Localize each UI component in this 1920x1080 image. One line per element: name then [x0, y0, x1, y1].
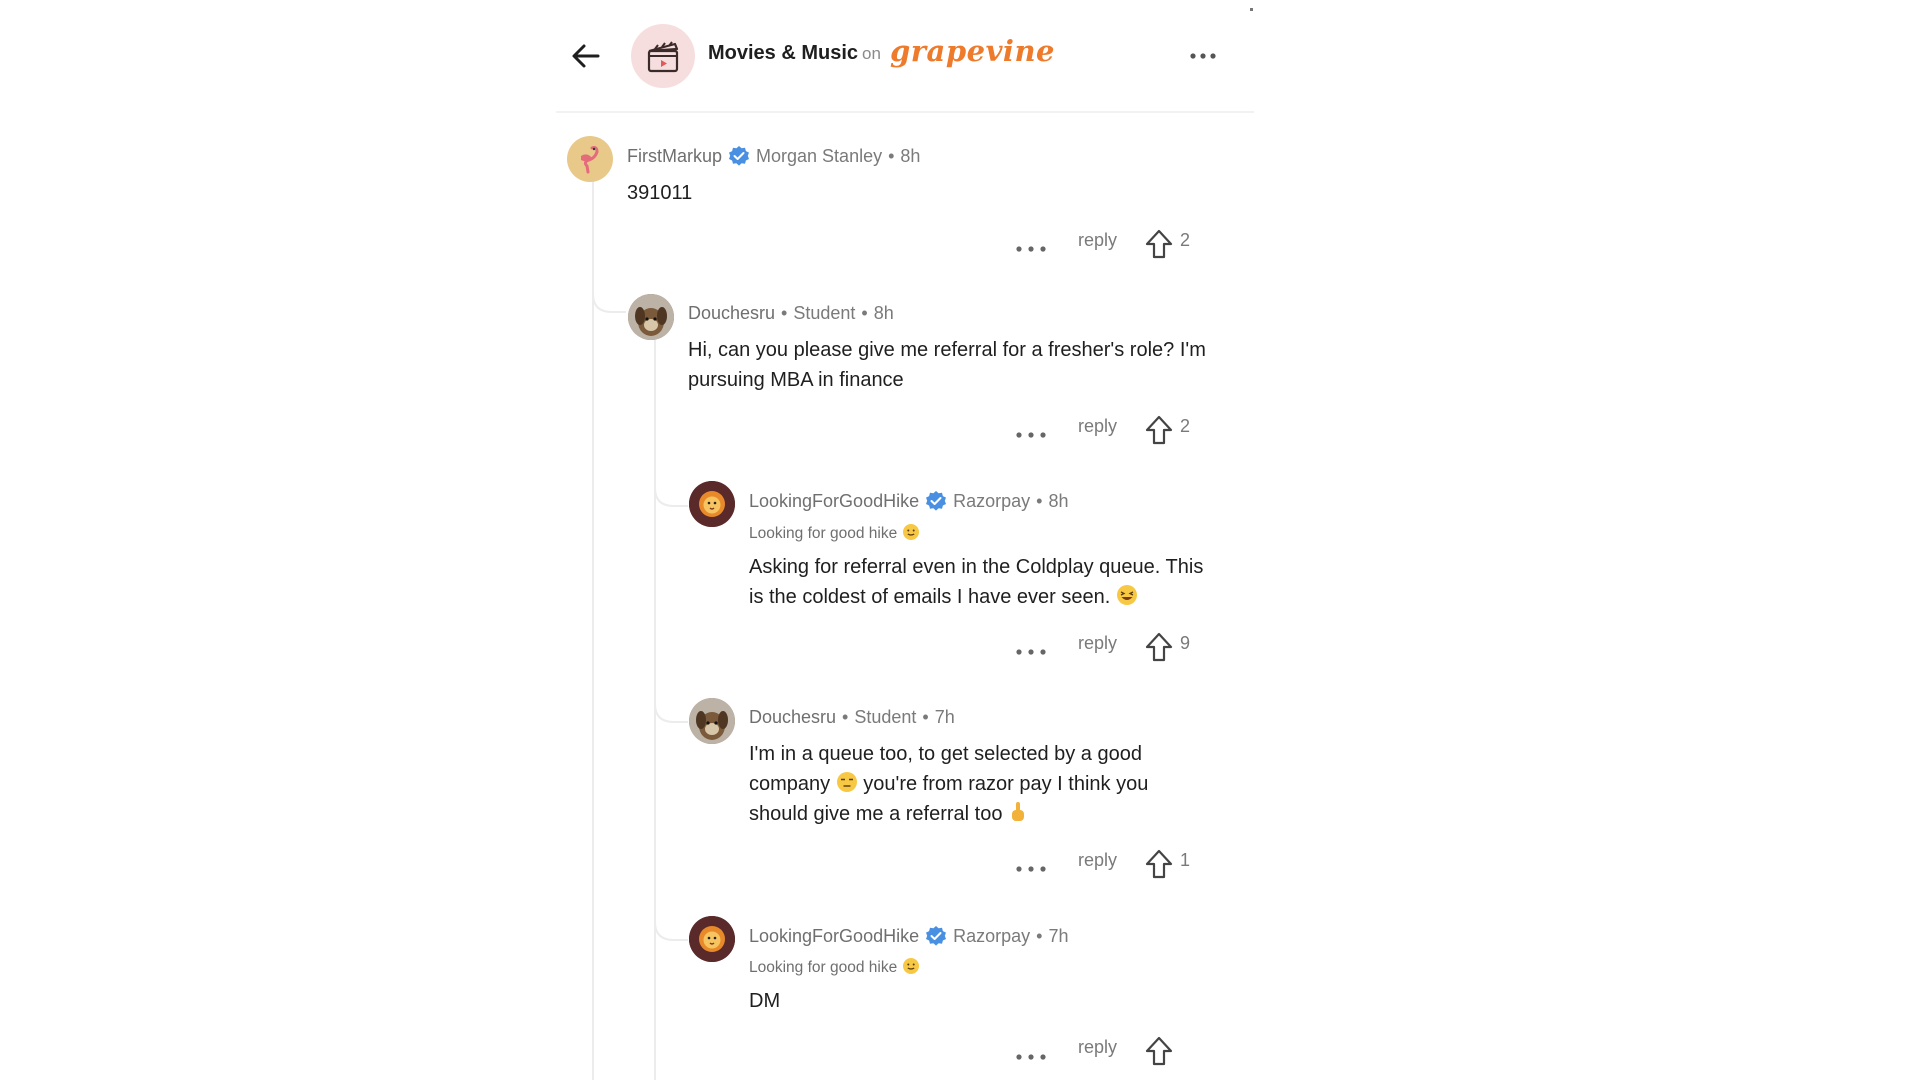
- separator: •: [1036, 490, 1043, 511]
- verified-badge-icon: [926, 491, 947, 511]
- avatar[interactable]: [567, 136, 613, 182]
- slight-smile-emoji-icon: [902, 524, 919, 540]
- comment-more-icon[interactable]: [1015, 428, 1047, 442]
- separator: •: [922, 707, 929, 727]
- avatar[interactable]: [628, 294, 674, 340]
- clapperboard-icon: [647, 41, 679, 73]
- tagline-text: Looking for good hike: [749, 959, 898, 976]
- back-arrow-icon[interactable]: [568, 38, 604, 74]
- pointing-up-emoji-icon: [1012, 802, 1025, 821]
- upvote-arrow-icon[interactable]: [1145, 415, 1173, 445]
- separator: •: [888, 145, 895, 166]
- username[interactable]: Douchesru: [688, 303, 775, 324]
- upvote-arrow-icon[interactable]: [1145, 849, 1173, 879]
- thread-branch: [654, 900, 688, 941]
- verified-badge-icon: [729, 146, 750, 166]
- upvote-arrow-icon[interactable]: [1145, 632, 1173, 662]
- timestamp: 8h: [900, 145, 921, 166]
- comment-text: Asking for referral even in the Coldplay…: [749, 552, 1219, 612]
- unamused-emoji-icon: [836, 772, 857, 792]
- brand-logo: grapevine: [890, 34, 1055, 68]
- header-on-label: on: [862, 44, 881, 63]
- comment-text: I'm in a queue too, to get selected by a…: [749, 739, 1199, 829]
- avatar[interactable]: [689, 698, 735, 744]
- reply-button[interactable]: reply: [1078, 850, 1117, 871]
- comment-text: 391011: [627, 182, 693, 204]
- timestamp: 7h: [1048, 925, 1069, 946]
- separator: •: [861, 303, 868, 323]
- upvote-count: 1: [1180, 850, 1191, 870]
- comment-more-icon[interactable]: [1015, 645, 1047, 659]
- comment-more-icon[interactable]: [1015, 862, 1047, 876]
- reply-button[interactable]: reply: [1078, 416, 1117, 437]
- thread-branch: [654, 682, 688, 723]
- slight-smile-emoji-icon: [902, 958, 919, 974]
- company[interactable]: Razorpay: [953, 491, 1030, 512]
- comment-meta: FirstMarkup Morgan Stanley • 8h: [627, 145, 920, 167]
- dog-photo-icon: [628, 294, 674, 340]
- comment-more-icon[interactable]: [1015, 242, 1047, 256]
- flamingo-icon: [581, 146, 599, 174]
- reply-button[interactable]: reply: [1078, 1037, 1117, 1058]
- comment-meta: LookingForGoodHike Razorpay • 8h: [749, 490, 1069, 512]
- thread-branch: [592, 272, 626, 313]
- timestamp: 8h: [1048, 490, 1069, 511]
- user-tagline: Looking for good hike: [749, 523, 920, 543]
- timestamp: 8h: [873, 303, 894, 323]
- company[interactable]: Student: [793, 303, 855, 324]
- thread-branch: [654, 466, 688, 507]
- community-title[interactable]: Movies & Music: [708, 42, 858, 65]
- more-options-icon[interactable]: [1186, 44, 1220, 68]
- corner-mark: [1250, 8, 1253, 11]
- avatar[interactable]: [689, 481, 735, 527]
- comment-text: DM: [749, 990, 781, 1012]
- username[interactable]: LookingForGoodHike: [749, 491, 919, 512]
- comment-text: Hi, can you please give me referral for …: [688, 339, 1206, 391]
- separator: •: [781, 303, 788, 323]
- lion-icon: [689, 916, 735, 962]
- company[interactable]: Student: [854, 707, 916, 728]
- upvote-count: 9: [1180, 633, 1191, 653]
- username[interactable]: Douchesru: [749, 707, 836, 728]
- reply-button[interactable]: reply: [1078, 633, 1117, 654]
- comment-meta: Douchesru • Student • 8h: [688, 303, 894, 324]
- dog-photo-icon: [689, 698, 735, 744]
- upvote-count: 2: [1180, 230, 1191, 250]
- comment-meta: LookingForGoodHike Razorpay • 7h: [749, 925, 1069, 947]
- comment-more-icon[interactable]: [1015, 1050, 1047, 1064]
- avatar[interactable]: [689, 916, 735, 962]
- company[interactable]: Morgan Stanley: [756, 146, 882, 167]
- separator: •: [842, 707, 849, 727]
- lion-icon: [689, 481, 735, 527]
- username[interactable]: FirstMarkup: [627, 146, 722, 167]
- comment-meta: Douchesru • Student • 7h: [749, 707, 955, 728]
- company[interactable]: Razorpay: [953, 926, 1030, 947]
- upvote-count: 2: [1180, 416, 1191, 436]
- upvote-arrow-icon[interactable]: [1145, 229, 1173, 259]
- verified-badge-icon: [926, 926, 947, 946]
- timestamp: 7h: [934, 707, 955, 727]
- reply-button[interactable]: reply: [1078, 230, 1117, 251]
- separator: •: [1036, 925, 1043, 946]
- tagline-text: Looking for good hike: [749, 525, 898, 542]
- username[interactable]: LookingForGoodHike: [749, 926, 919, 947]
- user-tagline: Looking for good hike: [749, 957, 920, 977]
- header-divider: [556, 111, 1254, 113]
- community-avatar[interactable]: [631, 24, 695, 88]
- upvote-arrow-icon[interactable]: [1145, 1036, 1173, 1066]
- laughing-emoji-icon: [1116, 585, 1137, 605]
